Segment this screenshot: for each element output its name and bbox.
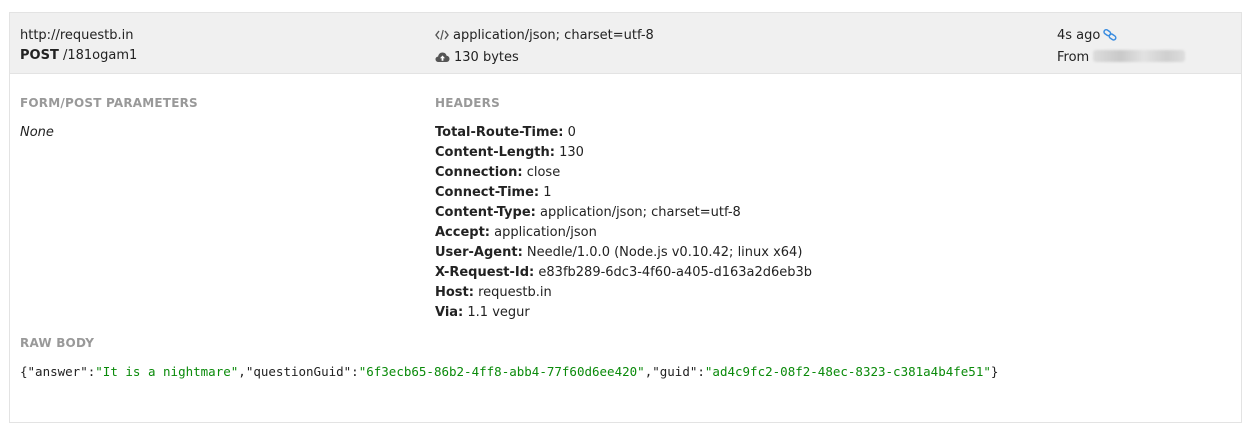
header-value: e83fb289-6dc3-4f60-a405-d163a2d6eb3b: [538, 265, 813, 280]
json-key: "guid": [652, 364, 698, 379]
header-value: requestb.in: [478, 285, 552, 300]
json-string: "6f3ecb65-86b2-4ff8-abb4-77f60d6ee420": [358, 364, 645, 379]
header-value: 1.1 vegur: [467, 305, 530, 320]
header-row: Content-Length: 130: [435, 143, 812, 163]
raw-body-json: {"answer":"It is a nightmare","questionG…: [20, 364, 999, 379]
header-row: Via: 1.1 vegur: [435, 303, 812, 323]
content-size-line: 130 bytes: [435, 48, 654, 70]
header-value: 130: [559, 145, 584, 160]
header-row: X-Request-Id: e83fb289-6dc3-4f60-a405-d1…: [435, 263, 812, 283]
request-path: /181ogam1: [62, 48, 138, 63]
header-row: Connect-Time: 1: [435, 183, 812, 203]
header-name: Connection:: [435, 165, 523, 180]
header-row: Host: requestb.in: [435, 283, 812, 303]
from-line: From: [1057, 48, 1186, 68]
header-name: Host:: [435, 285, 474, 300]
json-string: "ad4c9fc2-08f2-48ec-8323-c381a4b4fe51": [704, 364, 991, 379]
from-label: From: [1057, 50, 1090, 65]
time-ago: 4s ago: [1057, 28, 1101, 43]
link-icon[interactable]: [1103, 28, 1117, 48]
headers-list: Total-Route-Time: 0 Content-Length: 130 …: [435, 123, 812, 323]
time-line: 4s ago: [1057, 26, 1185, 48]
content-size-value: 130 bytes: [454, 50, 519, 65]
content-type-line: application/json; charset=utf-8: [435, 26, 654, 48]
code-icon: [435, 28, 449, 48]
header-name: Accept:: [435, 225, 491, 240]
raw-body-title: RAW BODY: [20, 336, 95, 350]
header-row: User-Agent: Needle/1.0.0 (Node.js v0.10.…: [435, 243, 812, 263]
header-name: Content-Type:: [435, 205, 536, 220]
header-name: Connect-Time:: [435, 185, 540, 200]
headers-title: HEADERS: [435, 96, 500, 110]
json-string: "It is a nightmare": [95, 364, 239, 379]
content-type-value: application/json; charset=utf-8: [453, 28, 654, 43]
json-key: "answer": [27, 364, 88, 379]
json-key: "questionGuid": [245, 364, 352, 379]
header-value: 1: [543, 185, 552, 200]
header-name: Via:: [435, 305, 464, 320]
header-value: application/json: [494, 225, 597, 240]
header-row: Content-Type: application/json; charset=…: [435, 203, 812, 223]
form-params-value: None: [20, 125, 54, 140]
header-value: close: [526, 165, 561, 180]
redacted-ip: [1093, 50, 1186, 62]
request-line: POST /181ogam1: [20, 46, 137, 66]
request-method: POST: [20, 48, 59, 63]
header-value: Needle/1.0.0 (Node.js v0.10.42; linux x6…: [526, 245, 803, 260]
request-panel: http://requestb.in POST /181ogam1 applic…: [9, 12, 1242, 423]
header-name: User-Agent:: [435, 245, 523, 260]
form-params-title: FORM/POST PARAMETERS: [20, 96, 198, 110]
header-name: X-Request-Id:: [435, 265, 535, 280]
header-value: 0: [567, 125, 576, 140]
request-host: http://requestb.in: [20, 28, 134, 43]
header-row: Total-Route-Time: 0: [435, 123, 812, 143]
request-time-block: 4s ago From: [1057, 26, 1186, 68]
request-url-block: http://requestb.in POST /181ogam1: [20, 26, 137, 66]
request-meta-bar: http://requestb.in POST /181ogam1 applic…: [10, 13, 1241, 74]
header-row: Accept: application/json: [435, 223, 812, 243]
request-content-block: application/json; charset=utf-8 130 byte…: [435, 26, 654, 70]
header-value: application/json; charset=utf-8: [539, 205, 741, 220]
cloud-upload-icon: [435, 50, 450, 70]
header-name: Total-Route-Time:: [435, 125, 564, 140]
header-row: Connection: close: [435, 163, 812, 183]
header-name: Content-Length:: [435, 145, 555, 160]
